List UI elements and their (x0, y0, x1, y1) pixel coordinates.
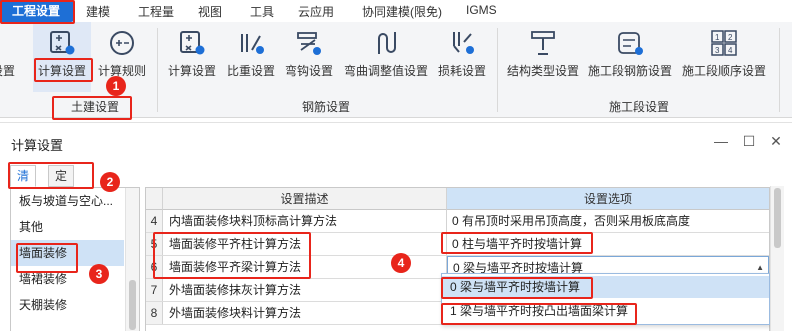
annotation-number: 1 (106, 76, 126, 96)
category-scrollbar[interactable] (125, 188, 139, 331)
menu-modeling[interactable]: 建模 (86, 3, 110, 20)
hook-settings-button[interactable]: 弯钩设置 (280, 22, 338, 92)
bend-adjust-icon (378, 32, 396, 54)
structure-type-label: 结构类型设置 (506, 64, 579, 78)
hook-settings-icon (297, 32, 321, 55)
rebar-calc-settings-icon (180, 31, 205, 55)
stage-order-button[interactable]: 1 2 3 4 施工段顺序设置 (676, 22, 772, 92)
ribbon-cut-label: 设置 (0, 64, 15, 78)
annotation-box (8, 162, 94, 189)
scrollbar-thumb[interactable] (774, 188, 781, 248)
annotation-box (441, 303, 637, 325)
menu-view[interactable]: 视图 (198, 3, 222, 20)
calc-rules-icon (110, 31, 134, 55)
close-icon[interactable]: ✕ (768, 133, 784, 149)
rebar-calc-settings-label: 计算设置 (167, 64, 216, 78)
svg-text:2: 2 (728, 33, 733, 42)
row-desc: 外墙面装修抹灰计算方法 (163, 279, 447, 301)
loss-settings-button[interactable]: 损耗设置 (434, 22, 490, 92)
annotation-box (441, 232, 593, 254)
svg-text:1: 1 (715, 33, 720, 42)
stage-rebar-button[interactable]: 施工段钢筋设置 (584, 22, 676, 92)
row-desc: 内墙面装修块料顶标高计算方法 (163, 210, 447, 232)
annotation-number: 3 (89, 264, 109, 284)
annotation-box (34, 58, 93, 82)
row-desc: 外墙面装修块料计算方法 (163, 302, 447, 324)
minimize-icon[interactable]: — (713, 133, 729, 149)
annotation-number: 2 (100, 172, 120, 192)
svg-text:3: 3 (715, 46, 720, 55)
menu-bar: 工程设置 建模 工程量 视图 工具 云应用 协同建模(限免) IGMS (0, 0, 792, 22)
group-separator (157, 28, 158, 112)
annotation-box (0, 0, 75, 24)
hook-settings-label: 弯钩设置 (284, 64, 333, 78)
annotation-box (52, 96, 132, 120)
stage-order-label: 施工段顺序设置 (681, 64, 766, 78)
list-item[interactable]: 天棚装修 (11, 292, 124, 318)
group-label-stage: 施工段设置 (609, 100, 670, 114)
menu-tools[interactable]: 工具 (250, 3, 274, 20)
stage-rebar-label: 施工段钢筋设置 (587, 64, 672, 78)
scrollbar-thumb[interactable] (129, 280, 136, 330)
annotation-number: 4 (391, 253, 411, 273)
row-option[interactable]: 0 有吊顶时采用吊顶高度，否则采用板底高度 (447, 210, 769, 232)
table-row[interactable]: 4 内墙面装修块料顶标高计算方法 0 有吊顶时采用吊顶高度，否则采用板底高度 (146, 210, 769, 233)
loss-settings-label: 损耗设置 (437, 64, 486, 78)
menu-quantity[interactable]: 工程量 (138, 3, 174, 20)
loss-settings-icon (453, 32, 474, 54)
row-number: 4 (146, 210, 163, 232)
bend-adjust-label: 弯曲调整值设置 (343, 64, 428, 78)
row-number: 7 (146, 279, 163, 301)
row-number: 8 (146, 302, 163, 324)
menu-igms[interactable]: IGMS (466, 3, 497, 17)
maximize-icon[interactable]: ☐ (741, 133, 757, 149)
density-settings-button[interactable]: 比重设置 (222, 22, 280, 92)
calc-settings-icon (50, 31, 75, 55)
list-item[interactable]: 其他 (11, 214, 124, 240)
density-settings-icon (241, 34, 264, 54)
grid-header-opt: 设置选项 (447, 188, 769, 210)
menu-cloud[interactable]: 云应用 (298, 3, 334, 20)
grid-header-num (146, 188, 163, 210)
structure-type-icon (531, 31, 555, 55)
stage-rebar-icon (618, 32, 643, 55)
structure-type-button[interactable]: 结构类型设置 (502, 22, 584, 92)
group-separator (779, 28, 780, 112)
svg-text:4: 4 (728, 46, 733, 55)
annotation-box (441, 277, 593, 299)
dialog-title: 计算设置 (11, 138, 64, 153)
grid-header-desc: 设置描述 (163, 188, 447, 210)
ribbon-cut-tool[interactable]: 设置 (0, 22, 20, 92)
stage-order-icon: 1 2 3 4 (711, 30, 737, 56)
civil-calc-rules-label: 计算规则 (97, 64, 146, 78)
bend-adjust-button[interactable]: 弯曲调整值设置 (338, 22, 434, 92)
grid-scrollbar[interactable] (770, 186, 784, 331)
group-label-rebar: 钢筋设置 (302, 100, 351, 114)
density-settings-label: 比重设置 (226, 64, 275, 78)
annotation-box (153, 232, 311, 279)
rebar-calc-settings-button[interactable]: 计算设置 (162, 22, 222, 92)
annotation-box (16, 243, 78, 273)
menu-collab[interactable]: 协同建模(限免) (362, 3, 442, 20)
group-separator (497, 28, 498, 112)
list-item[interactable]: 板与坡道与空心... (11, 188, 124, 214)
